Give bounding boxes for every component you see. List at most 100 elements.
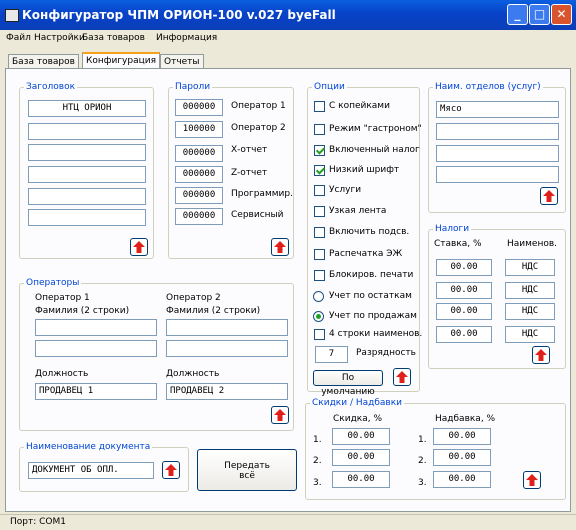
app-icon [5,9,19,22]
option-narrow-tape-checkbox[interactable] [314,206,325,217]
password-operator1-label: Оператор 1 [231,101,286,111]
transfer-all-line2: всё [239,471,255,481]
header-upload-button[interactable] [130,238,148,256]
discount-3[interactable]: 00.00 [332,471,390,488]
operator1-position[interactable]: ПРОДАВЕЦ 1 [35,383,157,400]
radio-sales-accounting[interactable] [313,311,324,322]
document-group-title: Наименование документа [24,442,153,452]
option-block-print-label: Блокиров. печати [329,270,414,280]
header-group-title: Заголовок [24,82,78,92]
menu-file[interactable]: Файл [6,33,31,43]
password-x-report-label: Х-отчет [231,145,268,155]
option-tax-included-checkbox[interactable] [314,145,325,156]
taxes-group-title: Налоги [433,224,472,234]
document-upload-button[interactable] [162,461,180,479]
document-name-input[interactable]: ДОКУМЕНТ ОБ ОПЛ. [28,462,154,479]
operator1-surname-line2[interactable] [35,340,157,357]
password-z-report-label: Z-отчет [231,168,268,178]
digit-capacity-input[interactable]: 7 [315,346,348,363]
option-four-lines-checkbox[interactable] [314,329,325,340]
option-block-print-checkbox[interactable] [314,270,325,281]
tax-rate-1[interactable]: 00.00 [436,259,492,276]
option-narrow-tape-label: Узкая лента [329,206,387,216]
option-services-checkbox[interactable] [314,185,325,196]
option-low-font-label: Низкий шрифт [329,165,400,175]
tax-name-3[interactable]: НДС [505,303,555,320]
option-backlight-checkbox[interactable] [314,227,325,238]
up-arrow-icon [396,371,408,383]
option-gastronom-checkbox[interactable] [314,124,325,135]
default-button[interactable]: По умолчанию [313,370,383,397]
option-low-font-checkbox[interactable] [314,165,325,176]
option-ej-print-label: Распечатка ЭЖ [329,249,403,259]
header-line-3[interactable] [28,144,146,161]
up-arrow-icon [526,474,538,486]
tax-name-4[interactable]: НДС [505,326,555,343]
discounts-upload-button[interactable] [523,471,541,489]
markup-3[interactable]: 00.00 [433,471,491,488]
discounts-group-title: Скидки / Надбавки [310,398,404,408]
menu-settings[interactable]: Настройки [34,33,85,43]
tax-rate-4[interactable]: 00.00 [436,326,492,343]
password-z-report[interactable]: 000000 [175,166,223,183]
status-bar: Порт: COM1 [0,514,576,530]
department-line-4[interactable] [436,166,559,183]
radio-stock-accounting-label: Учет по остаткам [329,291,412,301]
up-arrow-icon [133,241,145,253]
up-arrow-icon [543,190,555,202]
department-line-2[interactable] [436,123,559,140]
title-bar[interactable]: Конфигуратор ЧПМ ОРИОН-100 v.027 byeFall… [0,0,576,30]
password-service[interactable]: 000000 [175,208,223,225]
option-ej-print-checkbox[interactable] [314,249,325,260]
operators-group-title: Операторы [24,278,82,288]
operator2-surname-line2[interactable] [166,340,288,357]
minimize-button[interactable]: _ [507,4,528,25]
discount-1[interactable]: 00.00 [332,428,390,445]
tax-name-1[interactable]: НДС [505,259,555,276]
menu-bar: Файл Настройки База товаров Информация [0,30,576,47]
header-line-5[interactable] [28,188,146,205]
password-x-report[interactable]: 000000 [175,145,223,162]
options-group-title: Опции [312,82,347,92]
option-kopecks-checkbox[interactable] [314,101,325,112]
menu-info[interactable]: Информация [156,33,217,43]
header-line-6[interactable] [28,209,146,226]
department-line-3[interactable] [436,145,559,162]
markup-row2-number: 2. [418,456,427,466]
departments-group-title: Наим. отделов (услуг) [433,82,543,92]
radio-stock-accounting[interactable] [313,291,324,302]
operator1-surname-line1[interactable] [35,319,157,336]
menu-products[interactable]: База товаров [82,33,145,43]
departments-upload-button[interactable] [540,187,558,205]
password-operator2[interactable]: 100000 [175,121,223,138]
password-programming[interactable]: 000000 [175,187,223,204]
markup-1[interactable]: 00.00 [433,428,491,445]
operator1-position-label: Должность [35,369,89,379]
header-line-1[interactable]: НТЦ ОРИОН [28,100,146,117]
tax-rate-2[interactable]: 00.00 [436,282,492,299]
tax-name-2[interactable]: НДС [505,282,555,299]
options-upload-button[interactable] [393,368,411,386]
operator2-surname-line1[interactable] [166,319,288,336]
markup-header: Надбавка, % [435,414,496,424]
operator2-position[interactable]: ПРОДАВЕЦ 2 [166,383,288,400]
operator1-surname-label: Фамилия (2 строки) [35,306,130,316]
taxes-upload-button[interactable] [532,346,550,364]
password-operator1[interactable]: 000000 [175,99,223,116]
header-line-4[interactable] [28,166,146,183]
markup-2[interactable]: 00.00 [433,449,491,466]
discount-2[interactable]: 00.00 [332,449,390,466]
option-kopecks-label: С копейками [329,101,390,111]
department-line-1[interactable]: Мясо [436,101,559,118]
passwords-upload-button[interactable] [271,238,289,256]
transfer-all-button[interactable]: Передать всё [197,449,297,491]
close-button[interactable]: ✕ [551,4,572,25]
password-programming-label: Программир. [231,189,293,199]
option-backlight-label: Включить подсв. [329,227,410,237]
tax-rate-3[interactable]: 00.00 [436,303,492,320]
maximize-button[interactable]: □ [529,4,550,25]
operators-upload-button[interactable] [271,406,289,424]
header-line-2[interactable] [28,123,146,140]
transfer-all-line1: Передать [224,461,270,471]
up-arrow-icon [535,349,547,361]
